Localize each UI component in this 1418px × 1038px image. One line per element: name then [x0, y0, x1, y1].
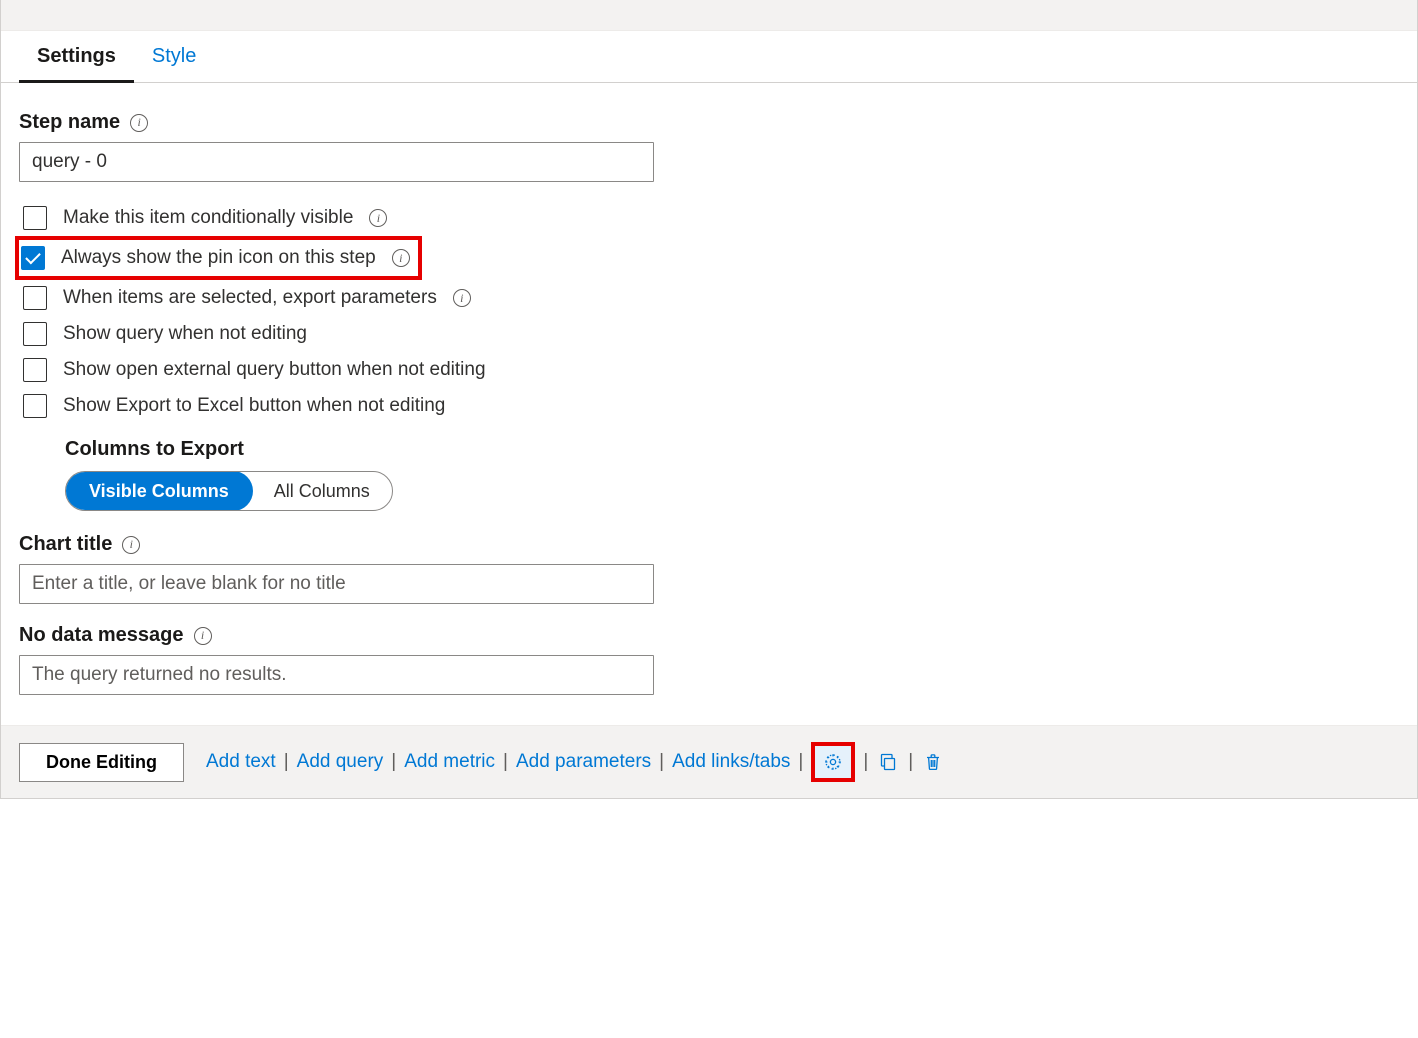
separator: | — [383, 751, 404, 773]
checkbox-label: Show open external query button when not… — [63, 359, 486, 381]
info-icon[interactable]: i — [122, 536, 140, 554]
checkbox-show-external-query[interactable]: Show open external query button when not… — [19, 352, 1399, 388]
checkbox-icon[interactable] — [23, 394, 47, 418]
checkbox-icon[interactable] — [23, 206, 47, 230]
info-icon[interactable]: i — [392, 249, 410, 267]
separator: | — [900, 751, 921, 773]
step-name-input[interactable] — [19, 142, 654, 182]
add-query-link[interactable]: Add query — [297, 751, 384, 773]
done-editing-button[interactable]: Done Editing — [19, 743, 184, 782]
checkbox-conditionally-visible[interactable]: Make this item conditionally visible i — [19, 200, 1399, 236]
no-data-message-field: No data message i — [19, 624, 1399, 695]
add-parameters-link[interactable]: Add parameters — [516, 751, 651, 773]
checkbox-export-parameters[interactable]: When items are selected, export paramete… — [19, 280, 1399, 316]
separator: | — [855, 751, 876, 773]
columns-to-export-section: Columns to Export Visible Columns All Co… — [65, 438, 1399, 511]
pill-all-columns[interactable]: All Columns — [252, 472, 392, 510]
tab-strip: Settings Style — [1, 31, 1417, 83]
checkbox-label: Always show the pin icon on this step — [61, 247, 376, 269]
chart-title-label-text: Chart title — [19, 533, 112, 556]
checkbox-icon[interactable] — [21, 246, 45, 270]
add-links-tabs-link[interactable]: Add links/tabs — [672, 751, 790, 773]
panel-header-bar — [1, 0, 1417, 31]
checkbox-show-export-excel[interactable]: Show Export to Excel button when not edi… — [19, 388, 1399, 424]
checkbox-icon[interactable] — [23, 322, 47, 346]
checkbox-label: Make this item conditionally visible — [63, 207, 353, 229]
checkbox-label: When items are selected, export paramete… — [63, 287, 437, 309]
checkbox-list: Make this item conditionally visible i A… — [19, 200, 1399, 511]
checkbox-icon[interactable] — [23, 358, 47, 382]
footer-bar: Done Editing Add text | Add query | Add … — [1, 725, 1417, 798]
checkbox-show-query[interactable]: Show query when not editing — [19, 316, 1399, 352]
chart-title-label: Chart title i — [19, 533, 1399, 556]
copy-icon[interactable] — [876, 750, 900, 774]
no-data-message-label: No data message i — [19, 624, 1399, 647]
no-data-message-input[interactable] — [19, 655, 654, 695]
checkbox-icon[interactable] — [23, 286, 47, 310]
step-name-label: Step name i — [19, 111, 1399, 134]
separator: | — [790, 751, 811, 773]
pill-visible-columns[interactable]: Visible Columns — [65, 471, 253, 511]
step-name-label-text: Step name — [19, 111, 120, 134]
tab-style[interactable]: Style — [134, 31, 214, 83]
separator: | — [276, 751, 297, 773]
checkbox-label: Show Export to Excel button when not edi… — [63, 395, 445, 417]
chart-title-input[interactable] — [19, 564, 654, 604]
info-icon[interactable]: i — [453, 289, 471, 307]
columns-to-export-heading: Columns to Export — [65, 438, 1399, 461]
tab-settings[interactable]: Settings — [19, 31, 134, 83]
settings-icon-highlight — [811, 742, 855, 782]
checkbox-label: Show query when not editing — [63, 323, 307, 345]
settings-form: Step name i Make this item conditionally… — [1, 83, 1417, 725]
info-icon[interactable]: i — [194, 627, 212, 645]
no-data-message-label-text: No data message — [19, 624, 184, 647]
separator: | — [495, 751, 516, 773]
delete-icon[interactable] — [921, 750, 945, 774]
gear-icon[interactable] — [821, 750, 845, 774]
add-metric-link[interactable]: Add metric — [404, 751, 495, 773]
chart-title-field: Chart title i — [19, 533, 1399, 604]
separator: | — [651, 751, 672, 773]
info-icon[interactable]: i — [130, 114, 148, 132]
columns-export-toggle: Visible Columns All Columns — [65, 471, 393, 511]
editor-panel: Settings Style Step name i Make this ite… — [0, 0, 1418, 799]
add-text-link[interactable]: Add text — [206, 751, 276, 773]
info-icon[interactable]: i — [369, 209, 387, 227]
checkbox-always-show-pin[interactable]: Always show the pin icon on this step i — [15, 236, 422, 280]
